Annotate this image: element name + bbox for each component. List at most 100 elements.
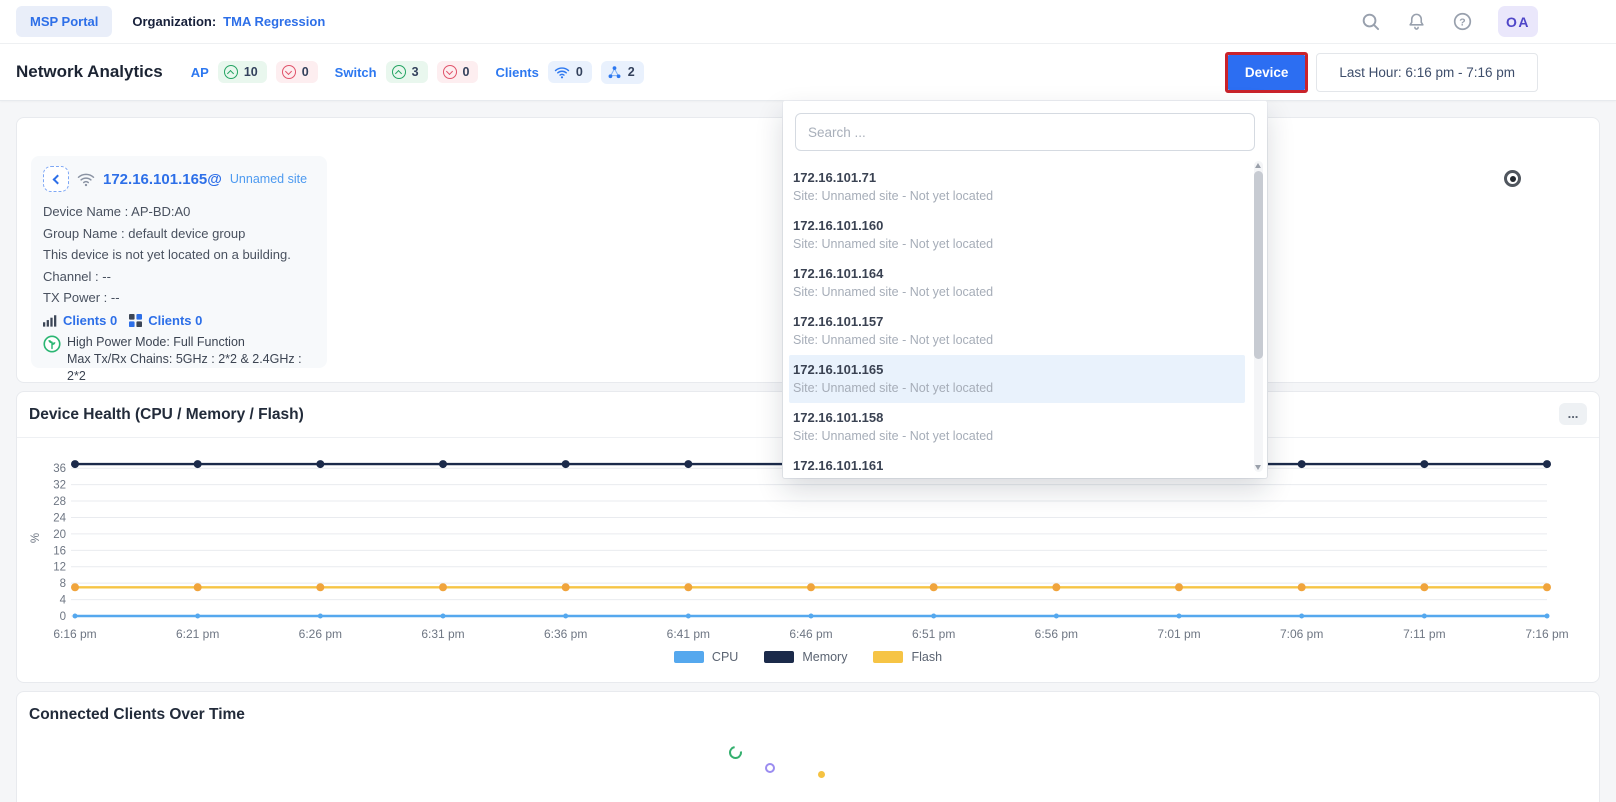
chains: Max Tx/Rx Chains: 5GHz : 2*2 & 2.4GHz : … <box>67 351 315 385</box>
user-avatar[interactable]: OA <box>1498 6 1538 37</box>
organization-name-link[interactable]: TMA Regression <box>223 14 325 29</box>
device-name: Device Name : AP-BD:A0 <box>43 201 315 223</box>
signal-bars-icon <box>43 314 57 327</box>
switch-down-count: 0 <box>463 65 470 79</box>
device-item-site: Site: Unnamed site - Not yet located <box>793 381 1237 395</box>
svg-text:%: % <box>30 533 42 543</box>
annotation-highlight: Device <box>1225 52 1309 93</box>
device-dropdown-panel: 172.16.101.71 Site: Unnamed site - Not y… <box>783 101 1267 478</box>
legend-swatch <box>764 651 794 663</box>
more-options-icon[interactable]: ... <box>1559 403 1587 425</box>
device-list-item[interactable]: 172.16.101.160 Site: Unnamed site - Not … <box>789 211 1245 259</box>
svg-text:8: 8 <box>60 578 66 590</box>
status-summary: AP 10 0 Switch 3 0 Clients 0 <box>191 61 644 84</box>
svg-text:6:31 pm: 6:31 pm <box>421 627 464 641</box>
ap-down-badge[interactable]: 0 <box>276 61 318 83</box>
search-icon[interactable] <box>1360 12 1380 32</box>
device-item-ip: 172.16.101.158 <box>793 410 1237 425</box>
channel: Channel : -- <box>43 266 315 288</box>
device-list-item[interactable]: 172.16.101.157 Site: Unnamed site - Not … <box>789 307 1245 355</box>
power-mode-text: High Power Mode: Full Function Max Tx/Rx… <box>67 334 315 385</box>
cluster-icon <box>607 65 622 80</box>
svg-text:?: ? <box>1459 17 1465 28</box>
legend-item-flash[interactable]: Flash <box>873 650 942 664</box>
switch-down-badge[interactable]: 0 <box>437 61 479 83</box>
scroll-down-icon[interactable] <box>1255 465 1261 470</box>
down-arrow-icon <box>282 65 296 79</box>
dropdown-scrollbar[interactable] <box>1254 161 1263 472</box>
grid-icon <box>129 314 142 327</box>
device-selector-button[interactable]: Device <box>1228 55 1306 90</box>
back-button[interactable] <box>43 166 69 192</box>
device-search-input[interactable] <box>795 113 1255 151</box>
chart-legend: CPU Memory Flash <box>17 650 1599 664</box>
device-ip-link[interactable]: 172.16.101.165@ <box>103 171 222 188</box>
help-icon[interactable]: ? <box>1452 12 1472 32</box>
legend-label: Memory <box>802 650 847 664</box>
analytics-toolbar: Network Analytics AP 10 0 Switch 3 0 Cli… <box>0 44 1616 101</box>
time-range-selector[interactable]: Last Hour: 6:16 pm - 7:16 pm <box>1316 53 1538 92</box>
legend-swatch <box>674 651 704 663</box>
svg-text:6:51 pm: 6:51 pm <box>912 627 955 641</box>
notifications-bell-icon[interactable] <box>1406 12 1426 32</box>
svg-text:6:46 pm: 6:46 pm <box>789 627 832 641</box>
clients-wifi-count: 0 <box>576 65 583 79</box>
svg-text:7:11 pm: 7:11 pm <box>1403 627 1445 641</box>
svg-text:36: 36 <box>53 463 66 475</box>
clients-wired-link[interactable]: Clients 0 <box>148 310 202 332</box>
switch-label[interactable]: Switch <box>335 65 377 80</box>
svg-text:16: 16 <box>53 545 66 557</box>
scroll-up-icon[interactable] <box>1255 163 1261 168</box>
device-site-link[interactable]: Unnamed site <box>230 172 307 186</box>
up-arrow-icon <box>224 65 238 79</box>
device-info-panel: 172.16.101.165@ Unnamed site Device Name… <box>31 156 327 368</box>
device-item-ip: 172.16.101.71 <box>793 170 1237 185</box>
header-actions: ? OA <box>1360 6 1538 37</box>
clients-wifi-link[interactable]: Clients 0 <box>63 310 117 332</box>
device-list-item[interactable]: 172.16.101.161 Site: Unnamed site - Not … <box>789 451 1245 478</box>
device-item-ip: 172.16.101.165 <box>793 362 1237 377</box>
device-item-ip: 172.16.101.161 <box>793 458 1237 473</box>
device-list-item[interactable]: 172.16.101.164 Site: Unnamed site - Not … <box>789 259 1245 307</box>
clients-label[interactable]: Clients <box>495 65 538 80</box>
device-item-ip: 172.16.101.160 <box>793 218 1237 233</box>
map-pin-icon[interactable] <box>1504 170 1521 187</box>
wifi-icon <box>77 172 95 187</box>
switch-up-badge[interactable]: 3 <box>386 61 428 83</box>
msp-portal-button[interactable]: MSP Portal <box>16 6 112 37</box>
toolbar-right: Device Last Hour: 6:16 pm - 7:16 pm <box>1225 52 1538 93</box>
connected-clients-title: Connected Clients Over Time <box>29 706 245 724</box>
svg-text:32: 32 <box>53 480 66 492</box>
legend-item-memory[interactable]: Memory <box>764 650 847 664</box>
device-health-title: Device Health (CPU / Memory / Flash) <box>29 406 304 424</box>
ap-up-badge[interactable]: 10 <box>218 61 267 83</box>
tx-power: TX Power : -- <box>43 287 315 309</box>
device-item-site: Site: Unnamed site - Not yet located <box>793 189 1237 203</box>
device-item-site: Site: Unnamed site - Not yet located <box>793 477 1237 478</box>
organization-label: Organization: <box>132 14 216 29</box>
svg-text:20: 20 <box>53 529 66 541</box>
legend-label: Flash <box>911 650 942 664</box>
device-list-item[interactable]: 172.16.101.165 Site: Unnamed site - Not … <box>789 355 1245 403</box>
clients-wifi-badge[interactable]: 0 <box>548 61 592 83</box>
device-list-item[interactable]: 172.16.101.71 Site: Unnamed site - Not y… <box>789 163 1245 211</box>
device-item-site: Site: Unnamed site - Not yet located <box>793 429 1237 443</box>
power-mode-icon <box>43 335 61 385</box>
legend-item-cpu[interactable]: CPU <box>674 650 738 664</box>
legend-swatch <box>873 651 903 663</box>
connected-clients-card: Connected Clients Over Time <box>16 691 1600 802</box>
svg-text:28: 28 <box>53 496 66 508</box>
svg-text:6:36 pm: 6:36 pm <box>544 627 587 641</box>
scrollbar-thumb[interactable] <box>1254 171 1263 359</box>
chart-marker-dot <box>818 771 825 778</box>
device-list-item[interactable]: 172.16.101.158 Site: Unnamed site - Not … <box>789 403 1245 451</box>
clients-wired-badge[interactable]: 2 <box>601 61 644 84</box>
device-item-ip: 172.16.101.164 <box>793 266 1237 281</box>
svg-text:7:16 pm: 7:16 pm <box>1525 627 1568 641</box>
ap-label[interactable]: AP <box>191 65 209 80</box>
switch-up-count: 3 <box>412 65 419 79</box>
svg-text:6:56 pm: 6:56 pm <box>1035 627 1078 641</box>
svg-text:24: 24 <box>53 512 66 524</box>
device-list: 172.16.101.71 Site: Unnamed site - Not y… <box>783 163 1267 478</box>
chart-marker-ring <box>765 763 775 773</box>
